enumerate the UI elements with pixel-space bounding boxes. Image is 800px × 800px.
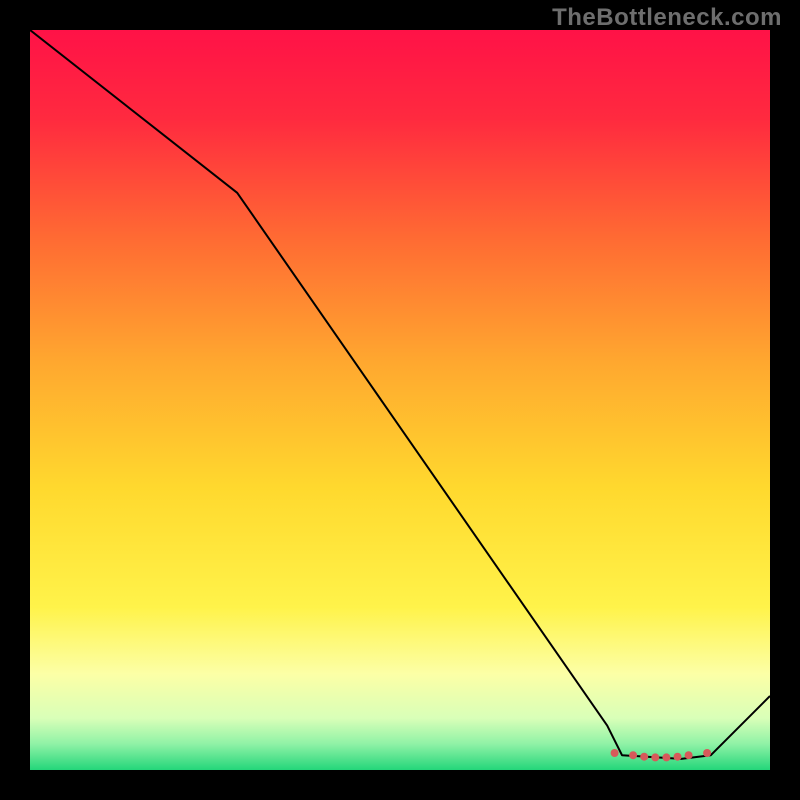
plot-area: [30, 30, 770, 770]
marker-dot: [662, 753, 670, 761]
marker-dot: [640, 753, 648, 761]
marker-dot: [651, 753, 659, 761]
watermark-text: TheBottleneck.com: [552, 4, 782, 32]
marker-dot: [674, 753, 682, 761]
marker-dot: [611, 749, 619, 757]
gradient-background: [30, 30, 770, 770]
marker-dot: [703, 749, 711, 757]
chart-frame: TheBottleneck.com: [0, 0, 800, 800]
chart-svg: [30, 30, 770, 770]
marker-dot: [685, 751, 693, 759]
marker-dot: [629, 751, 637, 759]
